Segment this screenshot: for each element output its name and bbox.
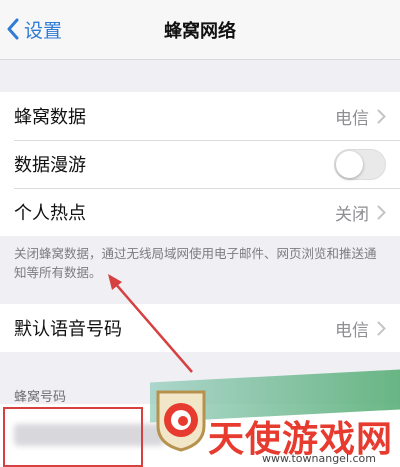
personal-hotspot-row[interactable]: 个人热点 关闭: [0, 188, 400, 236]
chevron-right-icon: [377, 205, 386, 219]
cellular-data-value: 电信: [335, 108, 369, 129]
watermark-logo-icon: [156, 390, 206, 452]
data-roaming-label: 数据漫游: [14, 155, 86, 176]
cellular-settings-group: 蜂窝数据 电信 数据漫游 个人热点 关闭: [0, 92, 400, 236]
cellular-data-footnote: 关闭蜂窝数据，通过无线局域网使用电子邮件、网页浏览和推送通知等所有数据。: [14, 246, 377, 280]
data-roaming-row: 数据漫游: [0, 140, 400, 188]
personal-hotspot-value: 关闭: [335, 204, 369, 225]
navigation-bar: 设置 蜂窝网络: [0, 0, 400, 60]
default-voice-line-value: 电信: [335, 320, 369, 341]
cellular-data-row[interactable]: 蜂窝数据 电信: [0, 92, 400, 140]
chevron-right-icon: [377, 109, 386, 123]
data-roaming-toggle[interactable]: [334, 148, 386, 180]
default-voice-line-label: 默认语音号码: [14, 319, 122, 340]
voice-settings-group: 默认语音号码 电信: [0, 304, 400, 352]
toggle-knob: [336, 150, 363, 178]
cellular-number-header: 蜂窝号码: [14, 390, 67, 405]
page-title: 蜂窝网络: [164, 21, 236, 42]
personal-hotspot-label: 个人热点: [14, 203, 86, 224]
annotation-highlight-box: [3, 407, 143, 467]
chevron-right-icon: [377, 321, 386, 335]
site-watermark: 天使游戏网 www.townangel.com: [150, 369, 400, 467]
cellular-data-label: 蜂窝数据: [14, 107, 86, 128]
default-voice-line-row[interactable]: 默认语音号码 电信: [0, 304, 400, 352]
watermark-url: www.townangel.com: [262, 452, 376, 465]
